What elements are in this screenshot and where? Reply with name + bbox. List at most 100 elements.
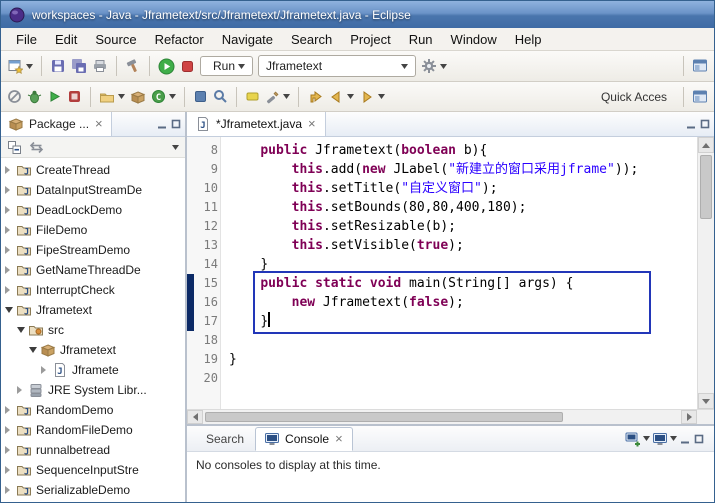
run-last-icon[interactable] [47,89,62,104]
launch-config-combo[interactable]: Jframetext [258,55,416,77]
run-config-gear-icon[interactable] [421,58,437,74]
save-all-icon[interactable] [71,58,87,74]
java-perspective-icon[interactable] [692,58,708,74]
chevron-down-icon[interactable] [283,94,290,99]
expand-arrow-icon[interactable] [5,246,16,254]
tree-item-jframetext[interactable]: JJframetext [1,300,185,320]
minimize-icon[interactable] [156,118,168,130]
line-number[interactable]: 9 [194,160,221,179]
code-line-17[interactable]: 17 } [187,312,697,331]
line-number[interactable]: 10 [194,179,221,198]
minimize-icon[interactable] [685,118,697,130]
last-edit-location-icon[interactable] [307,89,323,105]
chevron-down-icon[interactable] [378,94,385,99]
expand-arrow-icon[interactable] [5,486,16,494]
scroll-left-icon[interactable] [187,410,203,424]
new-package-icon[interactable] [130,89,146,105]
title-bar[interactable]: workspaces - Java - Jframetext/src/Jfram… [1,1,714,28]
editor-tab[interactable]: J *Jframetext.java [187,112,326,136]
code-line-12[interactable]: 12 this.setResizable(b); [187,217,697,236]
expand-arrow-icon[interactable] [17,386,28,394]
expand-arrow-icon[interactable] [5,226,16,234]
chevron-down-icon[interactable] [440,64,447,69]
chevron-down-icon[interactable] [238,64,245,69]
mark-occurrences-icon[interactable] [245,89,260,104]
tree-item-filedemo[interactable]: JFileDemo [1,220,185,240]
menu-refactor[interactable]: Refactor [146,29,213,50]
forward-icon[interactable] [359,89,375,105]
code-line-9[interactable]: 9 this.add(new JLabel("新建立的窗口采用jframe"))… [187,160,697,179]
annotations-icon[interactable] [265,89,280,104]
search-icon[interactable] [213,89,228,104]
tree-item-datainputstreamde[interactable]: JDataInputStreamDe [1,180,185,200]
horizontal-scrollbar[interactable] [187,409,714,424]
line-number[interactable]: 17 [194,312,221,331]
code-line-18[interactable]: 18 [187,331,697,350]
horizontal-scroll-thumb[interactable] [205,412,563,422]
line-number[interactable]: 18 [194,331,221,350]
maximize-icon[interactable] [170,118,182,130]
menu-search[interactable]: Search [282,29,341,50]
tab-search[interactable]: Search [193,429,252,449]
scroll-right-icon[interactable] [681,410,697,424]
tree-item-src[interactable]: src [1,320,185,340]
close-icon[interactable] [334,434,344,444]
menu-help[interactable]: Help [506,29,551,50]
menu-file[interactable]: File [7,29,46,50]
code-line-14[interactable]: 14 } [187,255,697,274]
collapse-arrow-icon[interactable] [17,327,28,333]
debug-icon[interactable] [27,89,42,104]
menu-edit[interactable]: Edit [46,29,86,50]
open-console-icon[interactable] [625,431,641,447]
expand-arrow-icon[interactable] [5,466,16,474]
collapse-arrow-icon[interactable] [5,307,16,313]
menu-project[interactable]: Project [341,29,399,50]
new-wizard-icon[interactable] [7,58,23,74]
print-icon[interactable] [92,58,108,74]
expand-arrow-icon[interactable] [5,426,16,434]
expand-arrow-icon[interactable] [5,446,16,454]
expand-arrow-icon[interactable] [5,166,16,174]
coverage-icon[interactable] [67,89,82,104]
scroll-down-icon[interactable] [698,393,714,409]
scroll-up-icon[interactable] [698,137,714,153]
tree-item-deadlockdemo[interactable]: JDeadLockDemo [1,200,185,220]
menu-window[interactable]: Window [442,29,506,50]
line-number[interactable]: 14 [194,255,221,274]
expand-arrow-icon[interactable] [5,206,16,214]
menu-navigate[interactable]: Navigate [213,29,282,50]
code-line-20[interactable]: 20 [187,369,697,388]
chevron-down-icon[interactable] [401,64,408,69]
java-perspective-icon[interactable] [692,89,708,105]
close-icon[interactable] [307,119,317,129]
expand-arrow-icon[interactable] [5,406,16,414]
tree-item-fipestreamdemo[interactable]: JFipeStreamDemo [1,240,185,260]
maximize-icon[interactable] [699,118,711,130]
tree-item-randomdemo[interactable]: JRandomDemo [1,400,185,420]
code-line-11[interactable]: 11 this.setBounds(80,80,400,180); [187,198,697,217]
expand-arrow-icon[interactable] [41,366,52,374]
tree-item-interruptcheck[interactable]: JInterruptCheck [1,280,185,300]
tree-item-getnamethreadde[interactable]: JGetNameThreadDe [1,260,185,280]
tree-item-jframete[interactable]: JJframete [1,360,185,380]
link-with-editor-icon[interactable] [29,140,44,155]
build-hammer-icon[interactable] [125,58,141,74]
code-line-15[interactable]: 15 public static void main(String[] args… [187,274,697,293]
save-icon[interactable] [50,58,66,74]
tab-console[interactable]: Console [255,427,353,451]
display-selected-console-icon[interactable] [652,431,668,447]
collapse-all-icon[interactable] [7,140,22,155]
skip-breakpoints-icon[interactable] [7,89,22,104]
vertical-scrollbar[interactable] [697,137,714,409]
package-explorer-tab[interactable]: Package ... [1,112,112,136]
maximize-icon[interactable] [693,433,705,445]
chevron-down-icon[interactable] [347,94,354,99]
line-number[interactable]: 8 [194,141,221,160]
new-class-icon[interactable]: C [151,89,166,104]
code-line-8[interactable]: 8 public Jframetext(boolean b){ [187,141,697,160]
expand-arrow-icon[interactable] [5,286,16,294]
line-number[interactable]: 13 [194,236,221,255]
code-area[interactable]: 8 public Jframetext(boolean b){9 this.ad… [187,137,697,409]
vertical-scroll-thumb[interactable] [700,155,712,219]
chevron-down-icon[interactable] [643,436,650,441]
